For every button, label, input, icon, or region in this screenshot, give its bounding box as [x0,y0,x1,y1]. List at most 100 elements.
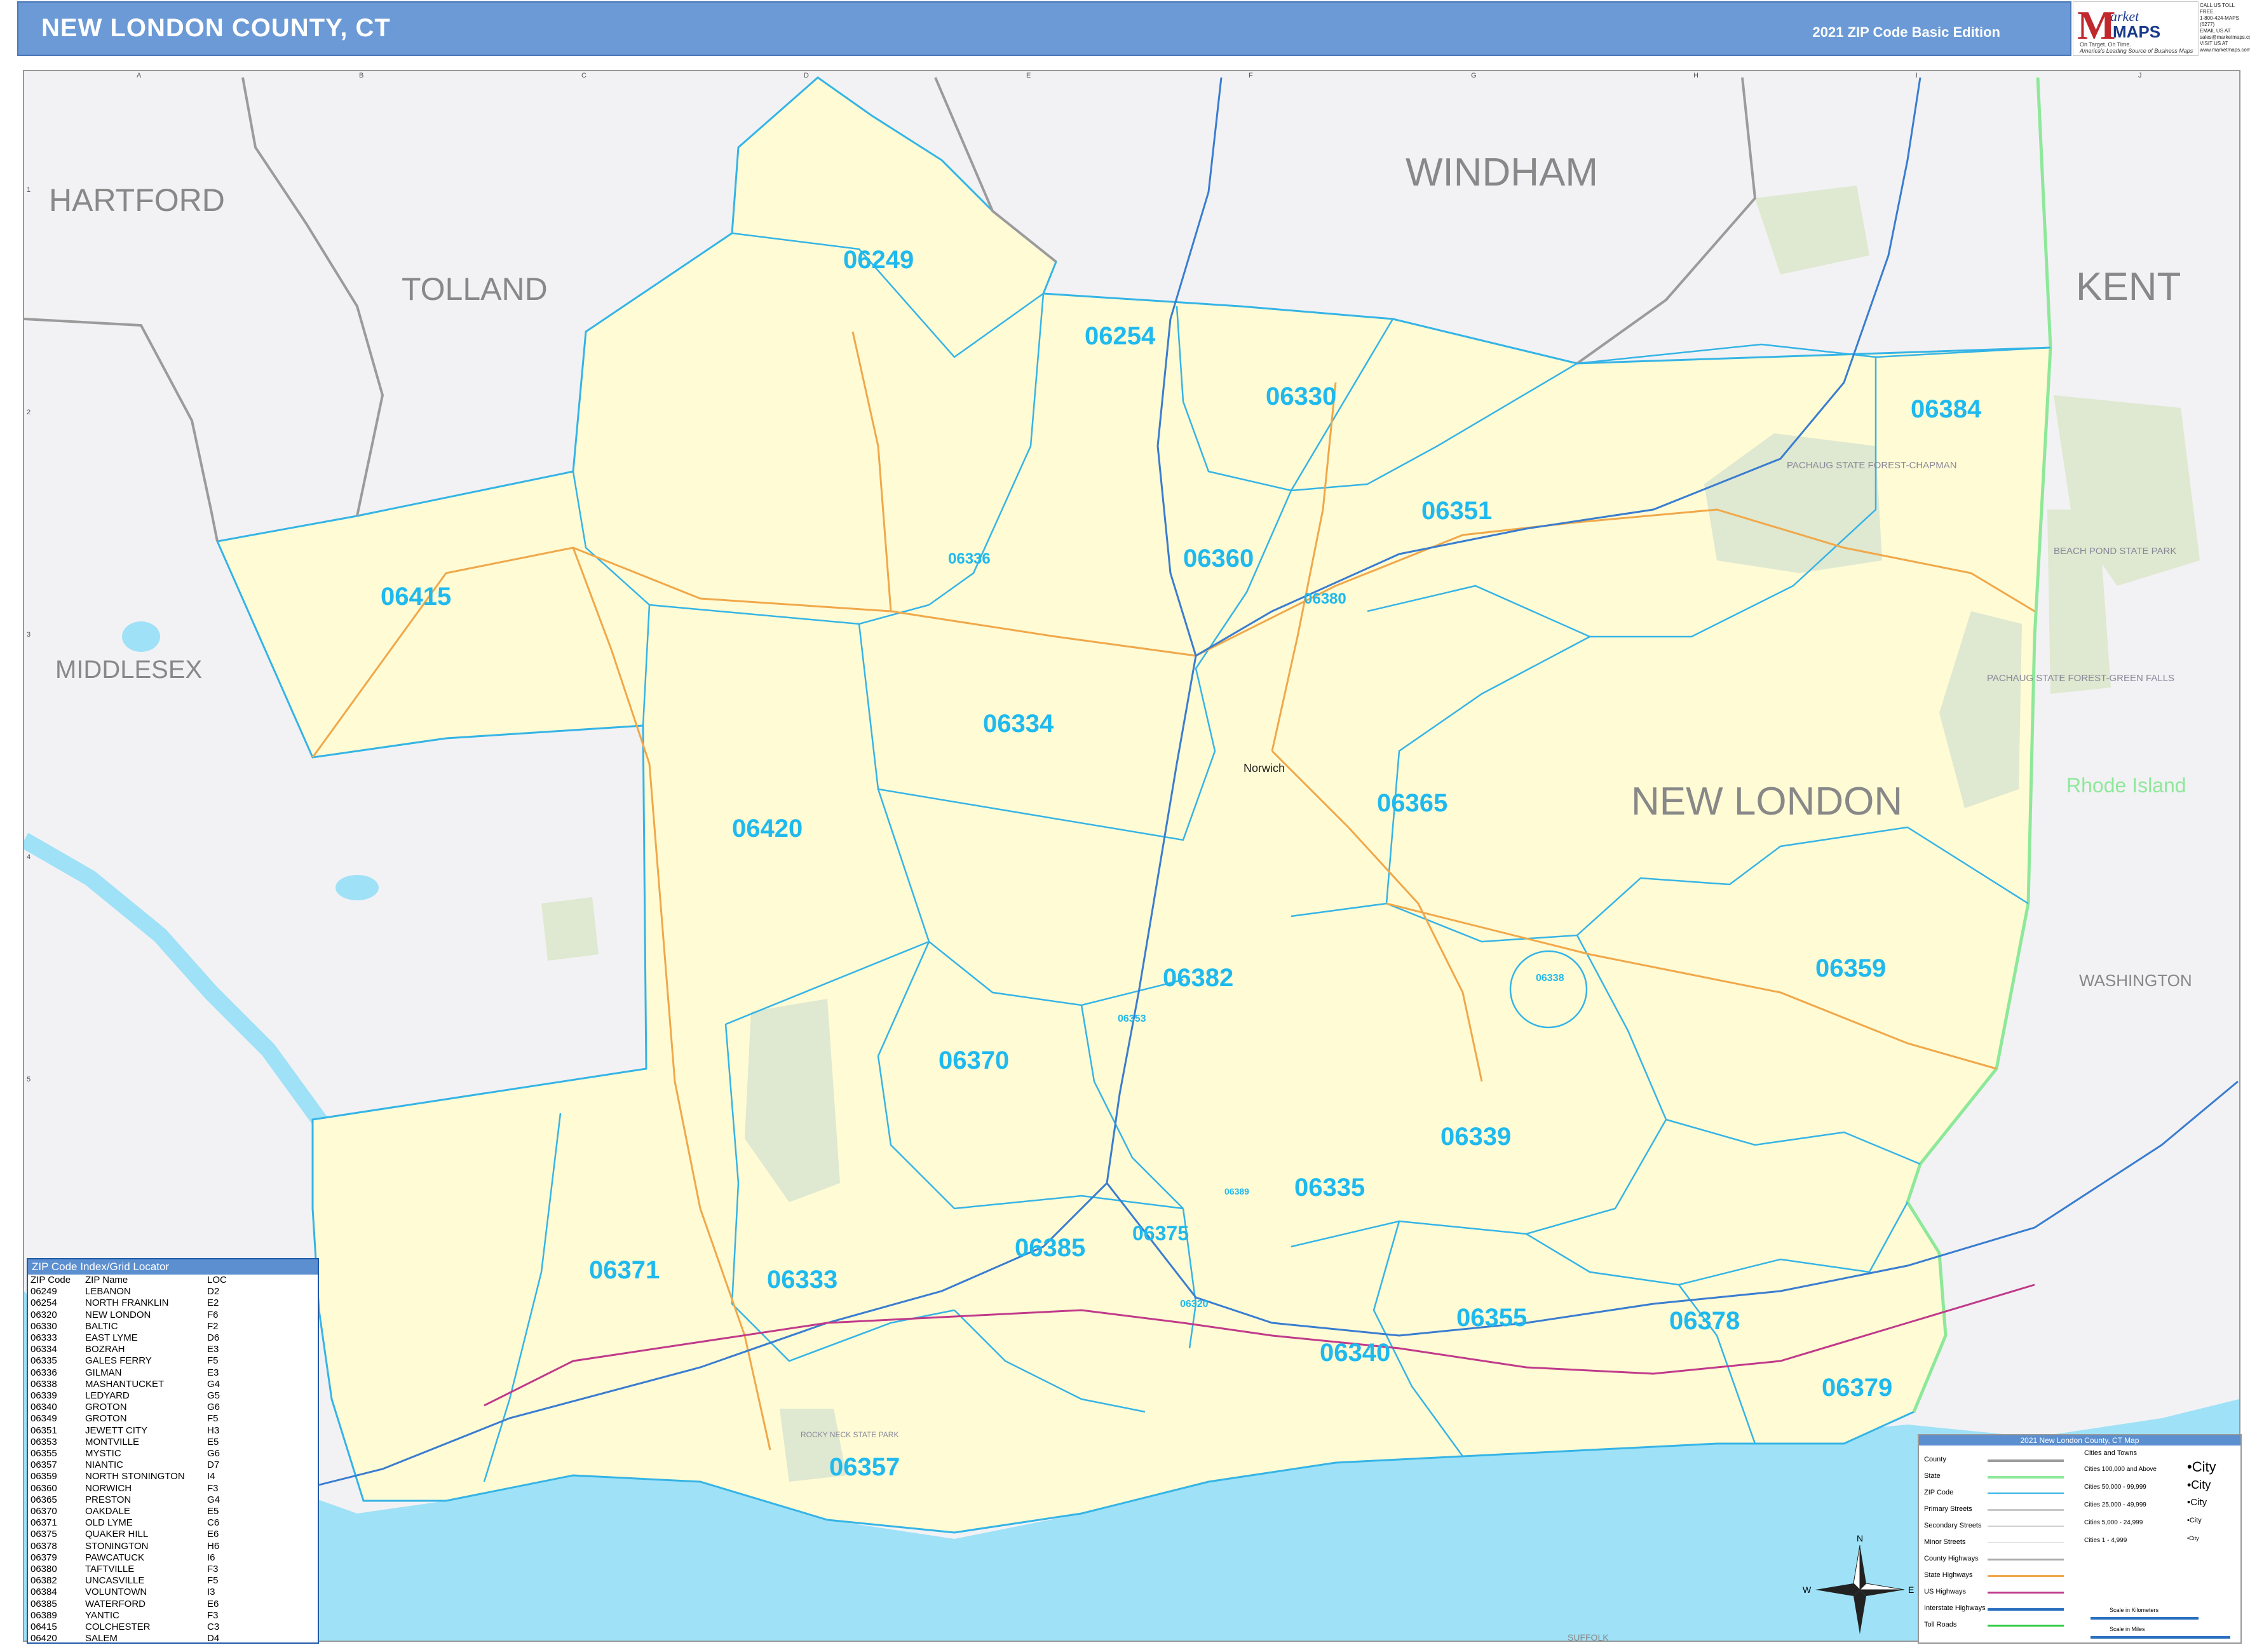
zip-index-row: 06379 PAWCATUCK I6 [30,1552,231,1564]
zip-label: 06378 [1669,1307,1740,1335]
zip-name-cell: QUAKER HILL [85,1529,149,1540]
grid-loc-cell: G5 [207,1390,220,1402]
grid-col: J [2138,72,2142,79]
grid-row: 4 [27,853,30,861]
zip-label: 06355 [1456,1304,1527,1332]
map-canvas[interactable]: HARTFORD TOLLAND WINDHAM KENT MIDDLESEX … [24,71,2239,1641]
zip-label: 06334 [983,710,1054,738]
zip-name-cell: NORTH STONINGTON [85,1471,185,1482]
zip-name-cell: GILMAN [85,1367,122,1378]
contact-line: CALL US TOLL FREE [2200,3,2235,15]
zip-label: 06389 [1224,1186,1249,1196]
zip-name-cell: LEBANON [85,1286,131,1297]
grid-row: 1 [27,186,30,194]
zip-index-row: 06378 STONINGTON H6 [30,1541,231,1552]
zip-name-cell: EAST LYME [85,1332,138,1344]
zip-index-table: ZIP Code ZIP Name LOC 06249 LEBANON D2 06254 NO… [30,1275,231,1645]
legend-line-sample [1988,1608,2064,1611]
zip-name-cell: MONTVILLE [85,1436,140,1447]
zip-index-row: 06338 MASHANTUCKET G4 [30,1379,231,1390]
zip-index-row: 06333 EAST LYME D6 [30,1332,231,1344]
grid-loc-cell: C6 [207,1517,220,1529]
zip-code-index: ZIP Code Index/Grid Locator ZIP Code ZIP … [27,1258,319,1644]
zip-index-row: 06353 MONTVILLE E5 [30,1437,231,1448]
zip-index-row: 06371 OLD LYME C6 [30,1517,231,1529]
zip-index-row: 06339 LEDYARD G5 [30,1390,231,1402]
zip-label: 06375 [1132,1222,1189,1245]
logo-tagline: On Target. On Time. [2080,41,2131,48]
zip-code-cell: 06370 [30,1506,57,1517]
zip-label: 06339 [1440,1123,1511,1151]
grid-loc-cell: I6 [207,1552,215,1563]
zip-code-cell: 06333 [30,1332,57,1344]
zip-index-row: 06351 JEWETT CITY H3 [30,1425,231,1437]
grid-loc-cell: G4 [207,1494,220,1505]
zip-code-cell: 06339 [30,1390,57,1402]
zip-index-row: 06389 YANTIC F3 [30,1610,231,1622]
zip-code-cell: 06384 [30,1587,57,1598]
zip-index-row: 06385 WATERFORD E6 [30,1599,231,1610]
zip-index-row: 06336 GILMAN E3 [30,1367,231,1379]
zip-code-cell: 06380 [30,1564,57,1575]
zip-label: 06351 [1421,497,1492,525]
zip-index-row: 06334 BOZRAH E3 [30,1344,231,1355]
map-frame: HARTFORD TOLLAND WINDHAM KENT MIDDLESEX … [23,70,2240,1642]
zip-name-cell: VOLUNTOWN [85,1587,147,1598]
zip-name-cell: COLCHESTER [85,1622,151,1633]
grid-col: G [1471,72,1477,79]
region-label-kent: KENT [2076,265,2181,309]
legend-line-sample [1988,1509,2064,1511]
zip-code-cell: 06415 [30,1622,57,1633]
legend-line-sample [1988,1459,2064,1462]
grid-loc-cell: F5 [207,1413,219,1425]
compass-e-label: E [1908,1585,1914,1595]
zip-index-row: 06380 TAFTVILLE F3 [30,1564,231,1575]
zip-code-cell: 06389 [30,1609,57,1621]
zip-name-cell: NEW LONDON [85,1309,151,1320]
place-label-norwich: Norwich [1244,762,1285,775]
legend-city-class: Cities 25,000 - 49,999 [2084,1501,2146,1508]
zip-label: 06254 [1085,322,1156,350]
zip-name-cell: TAFTVILLE [85,1564,135,1575]
zip-index-row: 06359 NORTH STONINGTON I4 [30,1471,231,1482]
grid-loc-cell: D4 [207,1633,220,1644]
grid-loc-cell: F3 [207,1482,219,1494]
grid-loc-cell: I4 [207,1471,215,1482]
zip-label: 06338 [1536,973,1564,984]
grid-col: F [1249,72,1253,79]
zip-name-cell: MYSTIC [85,1448,121,1459]
zip-label: 06380 [1304,590,1346,607]
grid-col: D [804,72,809,79]
grid-loc-cell: E5 [207,1436,219,1447]
place-label-suffolk: SUFFOLK [1568,1632,1609,1641]
zip-label: 06365 [1377,789,1447,817]
zip-code-cell: 06249 [30,1286,57,1297]
grid-row: 2 [27,409,30,416]
legend-city-sample: •City [2187,1479,2211,1491]
zip-label: 06384 [1911,395,1982,423]
zip-index-column-header: LOC [207,1275,227,1285]
zip-name-cell: UNCASVILLE [85,1575,145,1587]
legend-line-sample [1988,1559,2064,1561]
zip-index-title: ZIP Code Index/Grid Locator [28,1259,318,1275]
grid-loc-cell: D2 [207,1286,220,1297]
zip-index-column-header: ZIP Code [30,1275,71,1285]
grid-loc-cell: F5 [207,1355,219,1367]
zip-index-row: 06249 LEBANON D2 [30,1286,231,1297]
grid-col: E [1026,72,1031,79]
contact-line: EMAIL US AT [2200,28,2231,34]
zip-label: 06320 [1180,1299,1209,1310]
place-label-beach-pond: BEACH POND STATE PARK [2054,546,2176,557]
grid-loc-cell: H6 [207,1540,220,1552]
zip-index-row: 06360 NORWICH F3 [30,1483,231,1494]
logo-word-2: MAPS [2113,22,2161,41]
legend-city-class: Cities 100,000 and Above [2084,1466,2157,1473]
grid-loc-cell: G6 [207,1448,220,1459]
zip-name-cell: OLD LYME [85,1517,133,1529]
grid-loc-cell: D7 [207,1459,220,1471]
grid-loc-cell: G4 [207,1378,220,1390]
zip-label: 06385 [1015,1234,1085,1262]
zip-code-cell: 06335 [30,1355,57,1367]
zip-name-cell: WATERFORD [85,1598,146,1609]
zip-name-cell: GROTON [85,1402,127,1413]
